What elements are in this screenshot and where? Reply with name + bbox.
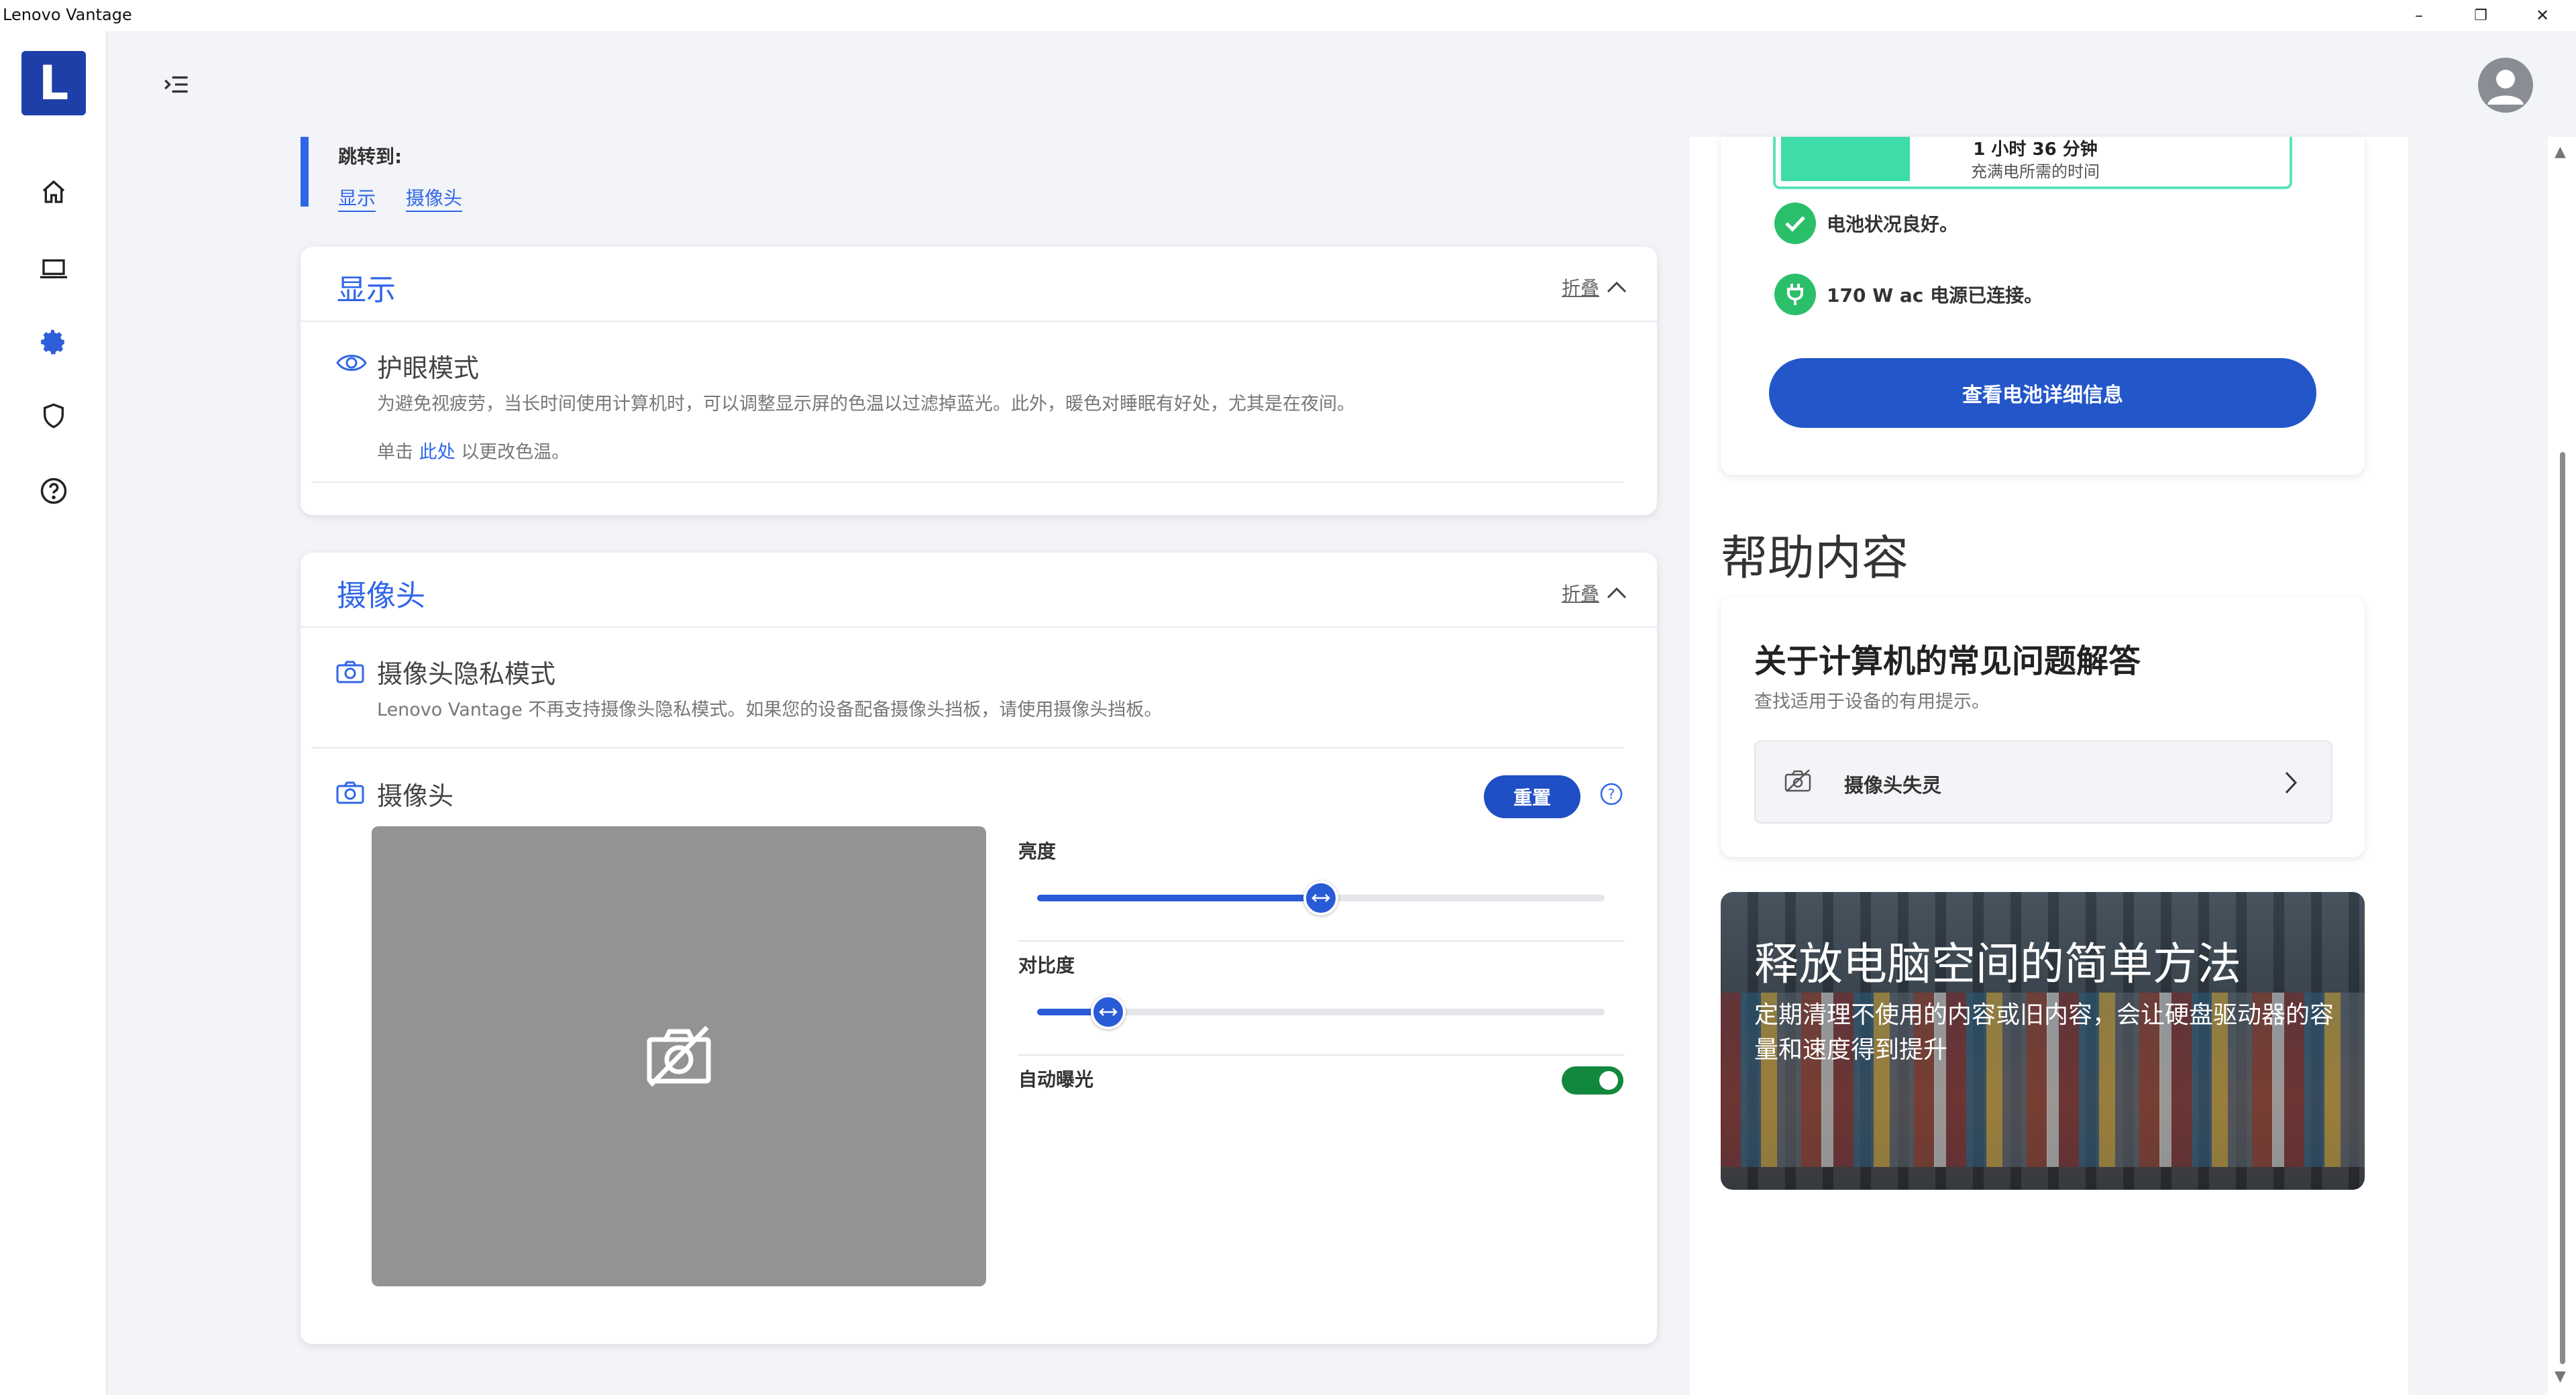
camera-off-icon (647, 1025, 711, 1086)
brightness-slider-thumb[interactable] (1303, 881, 1338, 915)
battery-gauge: 1 小时 36 分钟 充满电所需的时间 (1773, 137, 2292, 189)
gear-icon[interactable] (35, 323, 72, 361)
faq-title: 关于计算机的常见问题解答 (1754, 643, 2141, 680)
eye-care-title: 护眼模式 (377, 353, 480, 383)
brightness-fill (1037, 895, 1321, 901)
scrollbar[interactable]: ▲ ▼ (2548, 137, 2576, 1395)
auto-exposure-toggle[interactable] (1562, 1066, 1623, 1095)
arrows-horizontal-icon (1098, 1008, 1118, 1016)
camera-preview (372, 826, 986, 1286)
charge-time-caption: 充满电所需的时间 (1971, 162, 2100, 181)
charge-time: 1 小时 36 分钟 (1973, 140, 2098, 160)
battery-card: 1 小时 36 分钟 充满电所需的时间 电池状况良好。 170 W ac 电源已… (1721, 137, 2365, 475)
contrast-slider-thumb[interactable] (1090, 995, 1126, 1029)
header (107, 31, 2576, 137)
auto-exposure-label: 自动曝光 (1018, 1068, 1094, 1091)
faq-item-label: 摄像头失灵 (1844, 774, 1942, 797)
svg-text:?: ? (1608, 786, 1615, 802)
user-avatar-icon[interactable] (2478, 58, 2533, 113)
help-circle-icon[interactable] (35, 472, 72, 510)
logo-letter: L (38, 56, 69, 111)
faq-subtitle: 查找适用于设备的有用提示。 (1754, 691, 1990, 712)
arrows-horizontal-icon (1311, 894, 1330, 902)
check-circle-icon (1774, 203, 1816, 244)
promo-description: 定期清理不使用的内容或旧内容，会让硬盘驱动器的容量和速度得到提升 (1754, 1001, 2334, 1064)
display-collapse-button[interactable]: 折叠 (1562, 274, 1627, 300)
ac-power-row: 170 W ac 电源已连接。 (1774, 274, 2043, 315)
minimize-button[interactable]: – (2388, 0, 2450, 31)
jump-to-label: 跳转到: (338, 146, 402, 168)
camera-off-icon (1784, 769, 1811, 792)
eye-icon (336, 355, 367, 371)
chevron-up-icon (1607, 281, 1627, 293)
privacy-mode-description: Lenovo Vantage 不再支持摄像头隐私模式。如果您的设备配备摄像头挡板… (377, 700, 1163, 720)
shield-icon[interactable] (35, 397, 72, 435)
battery-details-button[interactable]: 查看电池详细信息 (1769, 358, 2316, 428)
power-plug-icon (1774, 274, 1816, 315)
camera-icon (336, 781, 364, 804)
camera-settings-title: 摄像头 (377, 781, 454, 811)
camera-title: 摄像头 (337, 579, 425, 613)
camera-card: 摄像头 折叠 摄像头隐私模式 Lenovo Vantage 不再支持摄像头隐私模… (301, 553, 1657, 1344)
restore-button[interactable]: ❐ (2450, 0, 2512, 31)
chevron-up-icon (1607, 587, 1627, 599)
battery-health-row: 电池状况良好。 (1774, 203, 1958, 244)
app-title: Lenovo Vantage (3, 5, 132, 24)
promo-title: 释放电脑空间的简单方法 (1754, 938, 2241, 990)
right-panel: 1 小时 36 分钟 充满电所需的时间 电池状况良好。 170 W ac 电源已… (1690, 137, 2408, 1395)
jump-to: 跳转到: 显示 摄像头 (301, 137, 703, 212)
title-bar: Lenovo Vantage – ❐ ✕ (0, 0, 2576, 31)
collapse-label: 折叠 (1561, 583, 1599, 605)
home-icon[interactable] (35, 173, 72, 211)
camera-card-header: 摄像头 折叠 (301, 553, 1657, 628)
contrast-label: 对比度 (1018, 954, 1075, 976)
brightness-label: 亮度 (1018, 840, 1057, 862)
camera-icon (336, 661, 364, 683)
faq-item-camera-not-working[interactable]: 摄像头失灵 (1754, 740, 2332, 824)
scroll-up-icon[interactable]: ▲ (2555, 144, 2566, 160)
color-temp-link[interactable]: 此处 (419, 442, 455, 463)
eye-care-description: 为避免视疲劳，当长时间使用计算机时，可以调整显示屏的色温以过滤掉蓝光。此外，暖色… (377, 394, 1355, 414)
menu-toggle-icon[interactable] (160, 68, 193, 101)
camera-collapse-button[interactable]: 折叠 (1562, 579, 1627, 606)
jump-link-camera[interactable]: 摄像头 (405, 187, 462, 212)
divider (311, 747, 1623, 748)
close-button[interactable]: ✕ (2512, 0, 2573, 31)
laptop-icon[interactable] (35, 249, 72, 287)
eye-care-hint: 单击 此处 以更改色温。 (377, 437, 570, 463)
display-card-header: 显示 折叠 (301, 247, 1657, 322)
main-content: 跳转到: 显示 摄像头 显示 折叠 护眼模式 为避免视疲劳，当长时间使用计算机时… (258, 137, 1690, 1395)
help-heading: 帮助内容 (1721, 531, 1909, 585)
battery-health-text: 电池状况良好。 (1827, 213, 1959, 235)
divider (1018, 940, 1625, 942)
reset-button[interactable]: 重置 (1484, 775, 1580, 818)
faq-card: 关于计算机的常见问题解答 查找适用于设备的有用提示。 摄像头失灵 (1721, 597, 2365, 857)
lenovo-logo[interactable]: L (21, 51, 86, 115)
scrollbar-thumb[interactable] (2560, 452, 2565, 1364)
ac-power-text: 170 W ac 电源已连接。 (1827, 284, 2043, 306)
nav-rail: L (0, 31, 107, 1395)
display-title: 显示 (337, 273, 396, 307)
privacy-mode-title: 摄像头隐私模式 (377, 659, 556, 689)
divider (311, 482, 1623, 483)
help-icon[interactable]: ? (1599, 782, 1623, 806)
display-card: 显示 折叠 护眼模式 为避免视疲劳，当长时间使用计算机时，可以调整显示屏的色温以… (301, 247, 1657, 515)
scroll-down-icon[interactable]: ▼ (2555, 1368, 2566, 1385)
collapse-label: 折叠 (1561, 277, 1599, 299)
hint-prefix: 单击 (377, 442, 413, 463)
divider (1018, 1054, 1625, 1056)
chevron-right-icon (2285, 771, 2298, 794)
jump-link-display[interactable]: 显示 (338, 187, 376, 212)
hint-suffix: 以更改色温。 (461, 442, 570, 463)
toggle-knob (1599, 1071, 1618, 1090)
promo-card[interactable]: 释放电脑空间的简单方法 定期清理不使用的内容或旧内容，会让硬盘驱动器的容量和速度… (1721, 892, 2365, 1190)
